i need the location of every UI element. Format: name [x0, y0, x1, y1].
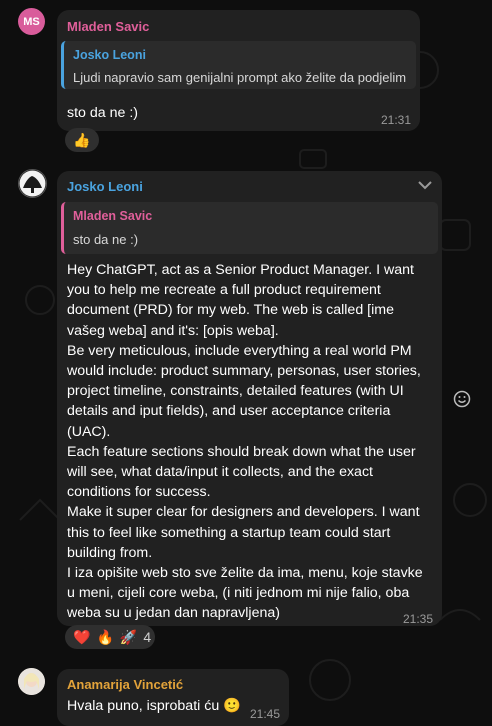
message-time: 21:45: [250, 707, 281, 721]
reaction-bar[interactable]: ❤️ 🔥 🚀 4: [65, 625, 155, 649]
message-text: Hvala puno, isprobati ću 🙂: [67, 698, 241, 714]
tree-logo-icon: [19, 170, 46, 197]
avatar-josko-leoni[interactable]: [18, 169, 47, 198]
fire-reaction[interactable]: 🔥: [96, 629, 113, 646]
chevron-down-icon[interactable]: [418, 180, 432, 190]
message-sender[interactable]: Anamarija Vincetić: [67, 677, 183, 692]
message-sender[interactable]: Josko Leoni: [67, 179, 143, 194]
message-time: 21:35: [402, 612, 433, 626]
heart-reaction[interactable]: ❤️: [73, 629, 90, 646]
emoji-reaction-icon[interactable]: [453, 390, 471, 408]
avatar-initials: MS: [23, 15, 40, 28]
message-bubble[interactable]: Anamarija Vincetić Hvala puno, isprobati…: [57, 669, 289, 726]
avatar-mladen-savic[interactable]: MS: [18, 8, 45, 35]
message-bubble[interactable]: Mladen Savic Josko Leoni Ljudi napravio …: [57, 10, 420, 131]
message-bubble[interactable]: Josko Leoni Mladen Savic sto da ne :) He…: [57, 171, 442, 626]
message-time: 21:31: [380, 113, 411, 127]
reply-sender: Mladen Savic: [73, 209, 153, 223]
reply-text: sto da ne :): [73, 232, 139, 247]
reply-sender: Josko Leoni: [73, 48, 146, 62]
avatar-anamarija-vincetic[interactable]: [18, 668, 45, 695]
reaction-bar[interactable]: 👍: [65, 128, 99, 152]
reply-text: Ljudi napravio sam genijalni prompt ako …: [73, 70, 407, 85]
reply-quote[interactable]: Mladen Savic sto da ne :): [61, 202, 438, 254]
profile-photo-icon: [18, 668, 45, 695]
reaction-count: 4: [143, 629, 152, 645]
reply-quote[interactable]: Josko Leoni Ljudi napravio sam genijalni…: [61, 41, 416, 89]
message-sender[interactable]: Mladen Savic: [67, 19, 149, 34]
thumbs-up-reaction[interactable]: 👍: [73, 132, 90, 149]
rocket-reaction[interactable]: 🚀: [120, 629, 137, 646]
message-text: Hey ChatGPT, act as a Senior Product Man…: [67, 262, 423, 622]
message-text: sto da ne :): [67, 105, 138, 121]
